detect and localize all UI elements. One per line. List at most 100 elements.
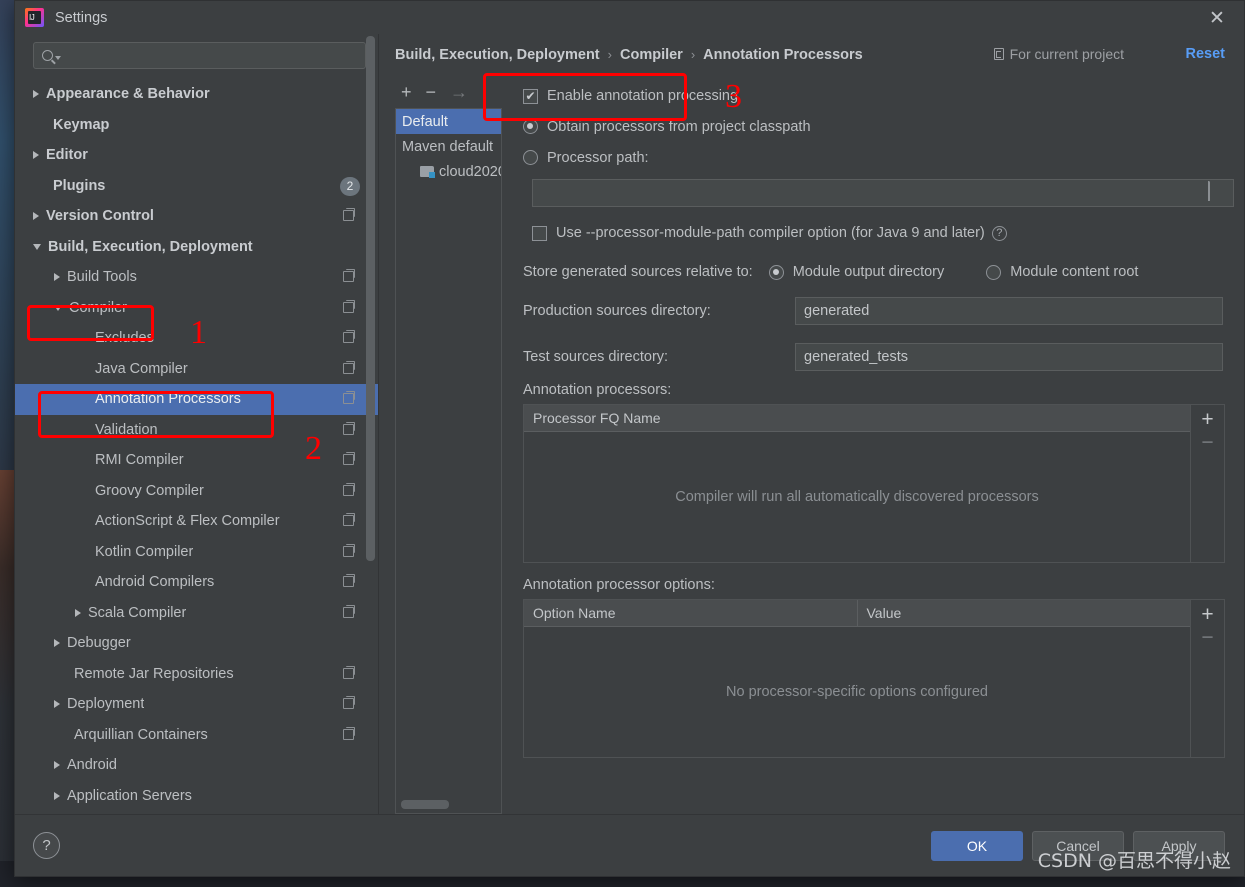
test-sources-input[interactable]: generated_tests xyxy=(795,343,1223,371)
sidebar-item-label: Debugger xyxy=(67,635,131,652)
sidebar-item-scala-compiler[interactable]: Scala Compiler xyxy=(15,598,378,629)
sidebar-item-label: RMI Compiler xyxy=(95,452,184,469)
chevron-right-icon[interactable] xyxy=(54,791,60,800)
help-icon[interactable]: ? xyxy=(991,225,1007,241)
chevron-right-icon[interactable] xyxy=(33,90,39,99)
sidebar-item-deployment[interactable]: Deployment xyxy=(15,689,378,720)
chevron-right-icon[interactable] xyxy=(33,212,39,221)
sidebar-scrollbar-thumb[interactable] xyxy=(366,36,375,561)
obtain-from-classpath-row[interactable]: Obtain processors from project classpath xyxy=(523,111,1225,142)
sidebar-item-actionscript-flex-compiler[interactable]: ActionScript & Flex Compiler xyxy=(15,506,378,537)
sidebar-item-android[interactable]: Android xyxy=(15,750,378,781)
enable-annotation-processing-checkbox[interactable] xyxy=(523,88,538,104)
copy-settings-icon[interactable] xyxy=(343,299,355,313)
copy-settings-icon[interactable] xyxy=(343,696,355,709)
sidebar-item-arquillian-containers[interactable]: Arquillian Containers xyxy=(15,720,378,751)
production-sources-input[interactable]: generated xyxy=(795,297,1223,325)
chevron-right-icon[interactable] xyxy=(54,700,60,709)
sidebar-item-excludes[interactable]: Excludes xyxy=(15,323,378,354)
add-processor-button[interactable]: + xyxy=(1201,408,1213,431)
chevron-down-icon[interactable] xyxy=(54,304,62,311)
sidebar-item-build-tools[interactable]: Build Tools xyxy=(15,262,378,293)
store-sources-label: Store generated sources relative to: xyxy=(523,264,753,280)
processor-module-path-row[interactable]: Use --processor-module-path compiler opt… xyxy=(532,216,1225,250)
breadcrumb-item-1[interactable]: Compiler xyxy=(620,47,683,63)
sidebar-item-keymap[interactable]: Keymap xyxy=(15,110,378,141)
options-table-actions: + − xyxy=(1190,600,1224,757)
sidebar-item-kotlin-compiler[interactable]: Kotlin Compiler xyxy=(15,537,378,568)
sidebar-item-groovy-compiler[interactable]: Groovy Compiler xyxy=(15,476,378,507)
sidebar-item-plugins[interactable]: Plugins 2 xyxy=(15,171,378,202)
remove-processor-button[interactable]: − xyxy=(1201,431,1213,454)
profiles-horizontal-scrollbar-thumb[interactable] xyxy=(401,800,449,809)
sidebar-item-label: Java Compiler xyxy=(95,360,188,377)
copy-settings-icon[interactable] xyxy=(343,726,355,740)
chevron-right-icon[interactable] xyxy=(54,639,60,648)
sidebar-item-appearance-behavior[interactable]: Appearance & Behavior xyxy=(15,79,378,110)
chevron-right-icon[interactable] xyxy=(54,761,60,770)
obtain-from-classpath-radio[interactable] xyxy=(523,119,538,134)
sidebar-item-label: Keymap xyxy=(53,116,110,133)
sidebar-item-version-control[interactable]: Version Control xyxy=(15,201,378,232)
copy-settings-icon[interactable] xyxy=(343,574,355,587)
module-content-root-radio[interactable] xyxy=(986,264,1002,280)
sidebar-item-java-compiler[interactable]: Java Compiler xyxy=(15,354,378,385)
copy-settings-icon[interactable] xyxy=(343,452,355,465)
search-box[interactable] xyxy=(33,42,366,69)
copy-settings-icon[interactable] xyxy=(343,421,355,435)
copy-settings-icon[interactable] xyxy=(343,513,355,526)
profile-item-default[interactable]: Default xyxy=(396,109,501,134)
copy-settings-icon[interactable] xyxy=(343,330,355,343)
add-profile-button[interactable]: + xyxy=(401,83,412,101)
processor-path-row[interactable]: Processor path: xyxy=(523,142,1225,173)
remove-profile-button[interactable]: − xyxy=(426,83,437,101)
ok-button[interactable]: OK xyxy=(931,830,1023,861)
processor-path-radio[interactable] xyxy=(523,150,538,165)
sidebar-item-validation[interactable]: Validation xyxy=(15,415,378,446)
chevron-right-icon[interactable] xyxy=(54,273,60,282)
copy-settings-icon[interactable] xyxy=(343,208,355,221)
search-input[interactable] xyxy=(61,47,365,64)
remove-option-button[interactable]: − xyxy=(1201,626,1213,649)
copy-settings-icon[interactable] xyxy=(343,665,355,679)
chevron-right-icon[interactable] xyxy=(33,151,39,160)
help-button[interactable]: ? xyxy=(33,832,60,859)
sidebar-item-remote-jar-repositories[interactable]: Remote Jar Repositories xyxy=(15,659,378,690)
sidebar-item-application-servers[interactable]: Application Servers xyxy=(15,781,378,812)
module-output-directory-radio[interactable] xyxy=(768,264,784,280)
sidebar-item-editor[interactable]: Editor xyxy=(15,140,378,171)
sidebar-item-rmi-compiler[interactable]: RMI Compiler xyxy=(15,445,378,476)
copy-settings-icon[interactable] xyxy=(343,360,355,374)
processor-path-input[interactable] xyxy=(532,179,1234,207)
move-profile-button[interactable]: → xyxy=(450,83,468,101)
profile-item-cloud2020[interactable]: cloud2020 xyxy=(396,159,501,184)
sidebar-item-annotation-processors[interactable]: Annotation Processors xyxy=(15,384,378,415)
copy-settings-icon[interactable] xyxy=(343,604,355,618)
profile-item-maven-default[interactable]: Maven default xyxy=(396,134,501,159)
enable-annotation-processing-row[interactable]: Enable annotation processing xyxy=(523,81,1225,111)
reset-button[interactable]: Reset xyxy=(1186,46,1226,62)
breadcrumb-item-0[interactable]: Build, Execution, Deployment xyxy=(395,47,600,63)
sidebar-item-debugger[interactable]: Debugger xyxy=(15,628,378,659)
sidebar-item-android-compilers[interactable]: Android Compilers xyxy=(15,567,378,598)
copy-settings-icon[interactable] xyxy=(343,269,355,282)
processor-module-path-checkbox[interactable] xyxy=(532,225,547,241)
column-processor-fq-name[interactable]: Processor FQ Name xyxy=(524,405,1190,431)
sidebar-scrollbar[interactable] xyxy=(366,34,375,814)
sidebar-item-compiler[interactable]: Compiler xyxy=(15,293,378,324)
column-value[interactable]: Value xyxy=(856,600,1191,626)
dialog-title: Settings xyxy=(55,9,108,26)
chevron-right-icon[interactable] xyxy=(75,608,81,617)
cancel-button[interactable]: Cancel xyxy=(1032,830,1124,861)
chevron-down-icon[interactable] xyxy=(33,243,41,250)
close-icon[interactable]: ✕ xyxy=(1200,4,1234,32)
apply-button[interactable]: Apply xyxy=(1133,830,1225,861)
sidebar-item-build-execution-deployment[interactable]: Build, Execution, Deployment xyxy=(15,232,378,263)
copy-settings-icon[interactable] xyxy=(343,391,355,404)
breadcrumb-separator: › xyxy=(607,47,612,62)
browse-folder-icon[interactable] xyxy=(1208,181,1228,202)
copy-settings-icon[interactable] xyxy=(343,482,355,496)
add-option-button[interactable]: + xyxy=(1201,603,1213,626)
column-option-name[interactable]: Option Name xyxy=(524,600,857,626)
copy-settings-icon[interactable] xyxy=(343,543,355,557)
